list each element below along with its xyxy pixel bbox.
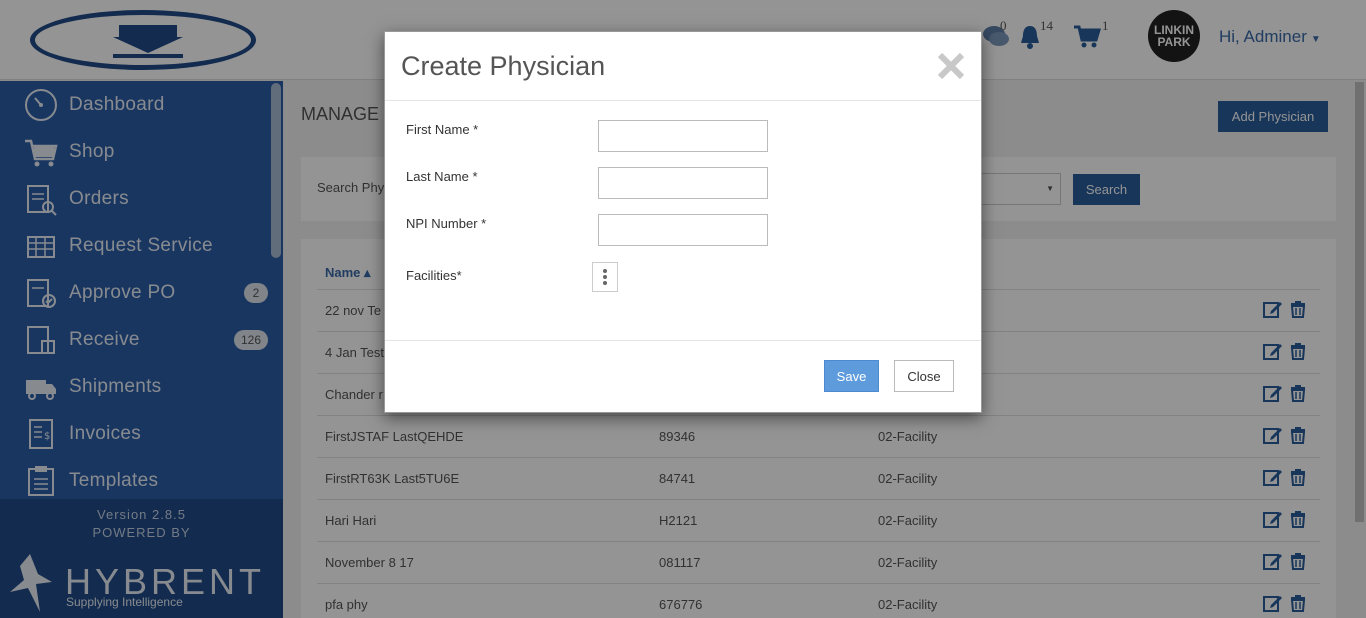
save-button[interactable]: Save xyxy=(824,360,879,392)
divider xyxy=(385,100,981,101)
first-name-label: First Name * xyxy=(406,122,479,137)
close-icon[interactable] xyxy=(935,50,967,82)
npi-number-field[interactable] xyxy=(598,214,768,246)
npi-number-label: NPI Number * xyxy=(406,216,487,231)
facilities-menu-button[interactable] xyxy=(592,262,618,292)
facilities-label: Facilities* xyxy=(406,268,462,283)
last-name-label: Last Name * xyxy=(406,169,478,184)
close-button[interactable]: Close xyxy=(894,360,954,392)
divider xyxy=(385,340,981,341)
dot-icon xyxy=(603,281,607,285)
create-physician-modal: Create Physician First Name * Last Name … xyxy=(384,31,982,413)
first-name-field[interactable] xyxy=(598,120,768,152)
dot-icon xyxy=(603,275,607,279)
last-name-field[interactable] xyxy=(598,167,768,199)
dot-icon xyxy=(603,269,607,273)
modal-title: Create Physician xyxy=(401,51,606,81)
